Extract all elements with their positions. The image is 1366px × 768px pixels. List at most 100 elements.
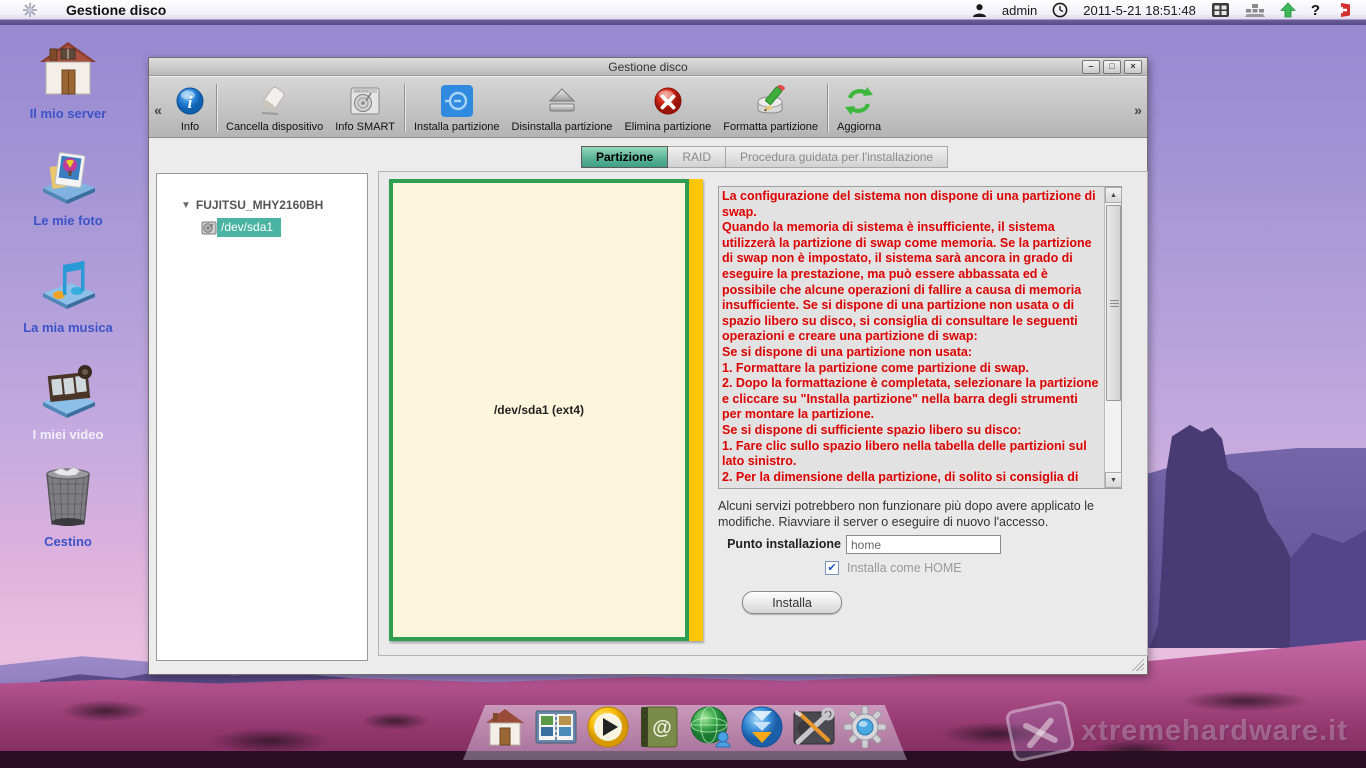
- mount-point-label: Punto installazione: [579, 537, 841, 551]
- free-space-block[interactable]: [689, 179, 703, 641]
- system-logo-icon: [22, 2, 38, 18]
- toolbar-separator: [216, 84, 217, 132]
- shortcut-label: I miei video: [33, 427, 104, 442]
- trash-icon: [37, 466, 99, 528]
- house-icon: [37, 38, 99, 100]
- toolbar-refresh[interactable]: Aggiorna: [831, 79, 887, 137]
- toolbar-erase-device[interactable]: Cancella dispositivo: [220, 79, 329, 137]
- dock-photo-album-icon[interactable]: [534, 704, 578, 750]
- dock-download-icon[interactable]: [740, 704, 784, 750]
- eraser-icon: [258, 84, 292, 118]
- workgroup-icon[interactable]: [1245, 3, 1265, 18]
- toolbar-smart-info[interactable]: Info SMART: [329, 79, 401, 137]
- svg-text:i: i: [188, 93, 193, 112]
- dock-utilities-icon[interactable]: [792, 704, 836, 750]
- background-shrub: [360, 712, 430, 730]
- toolbar-format-partition[interactable]: Formatta partizione: [717, 79, 824, 137]
- tab-installation-wizard[interactable]: Procedura guidata per l'installazione: [726, 146, 948, 168]
- info-icon: i: [173, 84, 207, 118]
- toolbar-scroll-left-icon[interactable]: «: [149, 83, 167, 137]
- install-button[interactable]: Installa: [742, 591, 842, 614]
- partition-block-label: /dev/sda1 (ext4): [393, 403, 685, 417]
- selected-tool-highlight: [441, 85, 473, 117]
- watermark-text: xtremehardware.it: [1081, 715, 1348, 748]
- partition-block[interactable]: /dev/sda1 (ext4): [389, 179, 689, 641]
- maximize-button[interactable]: □: [1103, 60, 1121, 74]
- logged-in-user[interactable]: admin: [1002, 3, 1037, 18]
- toolbar-separator: [827, 84, 828, 132]
- toolbar-unmount-partition[interactable]: Disinstalla partizione: [506, 79, 619, 137]
- disk-management-window: Gestione disco – □ × « i Info Cancella d…: [148, 57, 1148, 675]
- toolbar-mount-partition[interactable]: Installa partizione: [408, 79, 506, 137]
- format-icon: [754, 84, 788, 118]
- upload-arrow-icon[interactable]: [1280, 2, 1296, 18]
- window-titlebar[interactable]: Gestione disco – □ ×: [149, 58, 1147, 76]
- disk-icon: [201, 220, 217, 235]
- window-toolbar: « i Info Cancella dispositivo Info SMART: [149, 77, 1147, 138]
- dock-media-player-icon[interactable]: [586, 704, 630, 750]
- system-datetime: 2011-5-21 18:51:48: [1083, 3, 1196, 18]
- partition-main-panel: /dev/sda1 (ext4) La configurazione del s…: [378, 171, 1148, 656]
- swap-notice-box: La configurazione del sistema non dispon…: [718, 186, 1122, 489]
- toolbar-separator: [404, 84, 405, 132]
- shortcut-label: Il mio server: [30, 106, 107, 121]
- mount-point-row: Punto installazione: [379, 535, 1149, 555]
- system-app-title: Gestione disco: [66, 2, 166, 18]
- background-shrub: [210, 728, 330, 754]
- eject-icon: [545, 84, 579, 118]
- scroll-down-icon[interactable]: ▼: [1105, 472, 1122, 488]
- watermark: xtremehardware.it: [1009, 705, 1348, 757]
- shortcut-my-photos[interactable]: Le mie foto: [0, 145, 136, 228]
- scroll-up-icon[interactable]: ▲: [1105, 187, 1122, 203]
- system-topbar: Gestione disco admin 2011-5-21 18:51:48: [0, 0, 1366, 25]
- clock-icon: [1052, 2, 1068, 18]
- tree-device-row[interactable]: ▼ FUJITSU_MHY2160BH: [181, 198, 367, 212]
- services-warning-text: Alcuni servizi potrebbero non funzionare…: [718, 498, 1130, 530]
- shortcut-my-videos[interactable]: I miei video: [0, 359, 136, 442]
- tab-bar: Partizione RAID Procedura guidata per l'…: [581, 146, 948, 168]
- tab-partizione[interactable]: Partizione: [581, 146, 668, 168]
- toolbar-delete-partition[interactable]: Elimina partizione: [618, 79, 717, 137]
- help-icon[interactable]: ?: [1311, 2, 1320, 19]
- window-resize-grip[interactable]: [1130, 657, 1144, 671]
- dock-network-icon[interactable]: [689, 704, 733, 750]
- scrollbar-thumb[interactable]: [1106, 205, 1121, 401]
- notice-scrollbar[interactable]: ▲ ▼: [1104, 187, 1121, 488]
- close-button[interactable]: ×: [1124, 60, 1142, 74]
- music-icon: [37, 252, 99, 314]
- refresh-icon: [842, 84, 876, 118]
- videos-icon: [37, 359, 99, 421]
- toolbar-info[interactable]: i Info: [167, 79, 213, 137]
- minimize-button[interactable]: –: [1082, 60, 1100, 74]
- dock: @: [483, 702, 887, 752]
- device-tree-panel: ▼ FUJITSU_MHY2160BH /dev/sda1: [156, 173, 368, 661]
- shortcut-label: La mia musica: [23, 320, 113, 335]
- tree-device-name: FUJITSU_MHY2160BH: [196, 198, 323, 212]
- home-checkbox-label: Installa come HOME: [847, 561, 962, 575]
- toolbar-scroll-right-icon[interactable]: »: [1129, 83, 1147, 137]
- dock-settings-icon[interactable]: [843, 704, 887, 750]
- shortcut-trash[interactable]: Cestino: [0, 466, 136, 549]
- home-checkbox[interactable]: [825, 561, 839, 575]
- watermark-logo-icon: [1004, 699, 1075, 763]
- background-shrub: [60, 700, 150, 722]
- tab-raid[interactable]: RAID: [668, 146, 726, 168]
- tree-partition-row[interactable]: /dev/sda1: [201, 218, 367, 237]
- scrollbar-grip: [1110, 300, 1119, 308]
- logout-icon[interactable]: [1335, 2, 1352, 18]
- window-title: Gestione disco: [608, 60, 687, 74]
- mount-partition-icon: [440, 84, 474, 118]
- photos-icon: [37, 145, 99, 207]
- dock-contacts-icon[interactable]: @: [637, 704, 681, 750]
- mount-point-input[interactable]: [846, 535, 1001, 554]
- dock-home-icon[interactable]: [483, 704, 527, 750]
- user-icon: [972, 3, 987, 18]
- smart-disk-icon: [348, 84, 382, 118]
- home-checkbox-row[interactable]: Installa come HOME: [825, 561, 962, 575]
- swap-notice-text: La configurazione del sistema non dispon…: [722, 189, 1100, 485]
- shortcut-my-server[interactable]: Il mio server: [0, 38, 136, 121]
- shortcut-my-music[interactable]: La mia musica: [0, 252, 136, 335]
- app-grid-icon[interactable]: [1211, 2, 1230, 18]
- tree-expand-icon[interactable]: ▼: [181, 200, 191, 211]
- delete-icon: [651, 84, 685, 118]
